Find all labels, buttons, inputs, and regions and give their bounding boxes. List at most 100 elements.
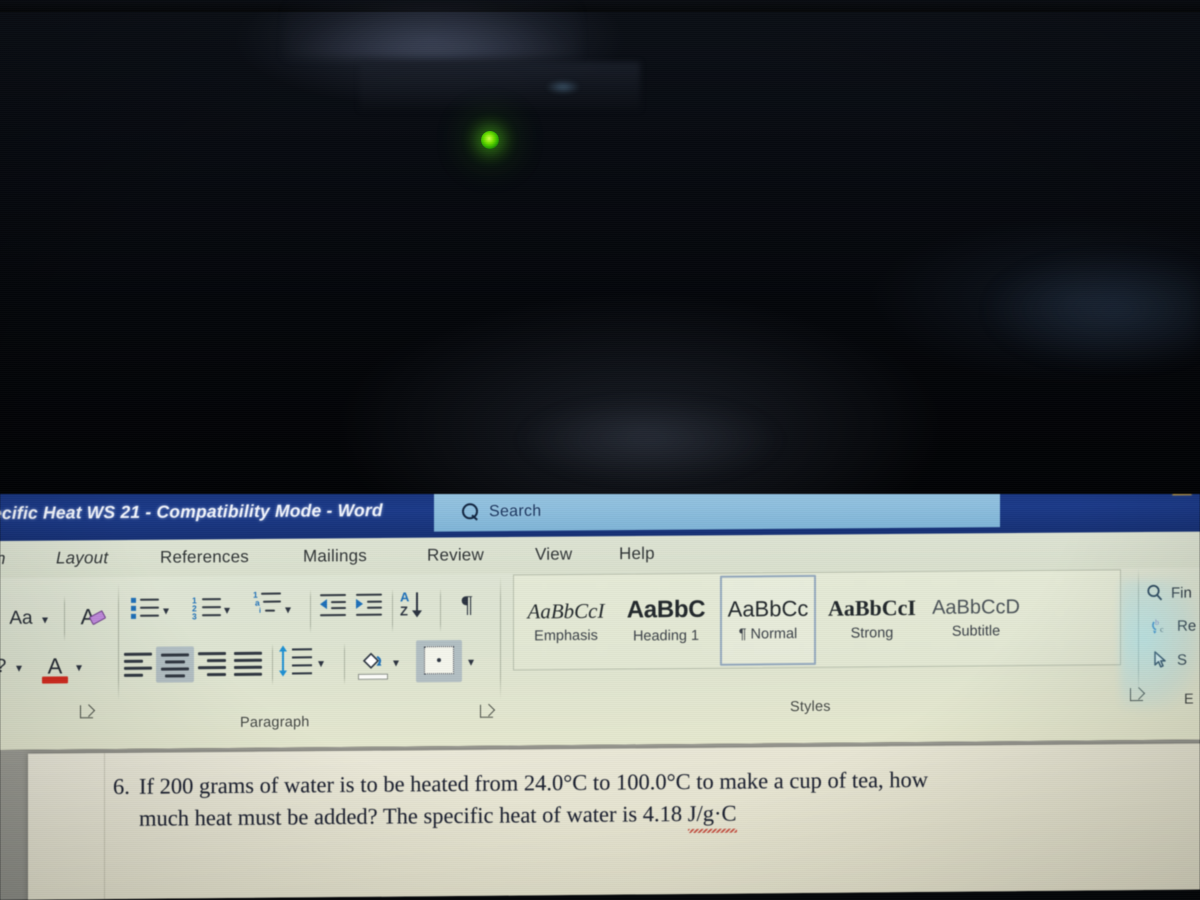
multilevel-chevron-down-icon[interactable]: ▾ — [285, 602, 291, 616]
document-line-2-text: much heat must be added? The specific he… — [139, 800, 688, 831]
style-name: Heading 1 — [632, 627, 700, 645]
paragraph-group-label: Paragraph — [240, 714, 310, 731]
bezel-top-strip — [0, 0, 1200, 12]
svg-text:c: c — [1160, 625, 1164, 634]
line-spacing-button[interactable] — [279, 645, 316, 679]
shading-chevron-down-icon[interactable]: ▾ — [393, 656, 399, 670]
group-separator — [310, 589, 311, 634]
tab-mailings[interactable]: Mailings — [303, 546, 367, 567]
word-window: ecific Heat WS 21 - Compatibility Mode -… — [0, 494, 1200, 900]
style-preview: AaBbCcI — [827, 595, 916, 621]
page-margin-line — [104, 753, 105, 900]
green-power-led-icon — [481, 131, 499, 149]
select-button[interactable]: S — [1152, 650, 1187, 670]
group-separator — [1138, 568, 1139, 693]
tab-help[interactable]: Help — [619, 544, 655, 564]
style-item-normal[interactable]: AaBbCc ¶ Normal — [720, 574, 816, 666]
show-hide-marks-button[interactable]: ¶ — [452, 590, 482, 620]
screen-reflection-right — [990, 255, 1200, 365]
multilevel-list-button[interactable]: 1 a i — [252, 590, 282, 622]
warning-triangle-icon[interactable] — [1172, 494, 1192, 497]
increase-indent-button[interactable] — [356, 593, 384, 617]
shading-bucket-icon — [362, 652, 382, 669]
group-separator — [64, 595, 65, 642]
replace-label: Re — [1177, 617, 1197, 635]
styles-gallery: AaBbCcI Emphasis AaBbC Heading 1 AaBbCc … — [513, 569, 1121, 671]
change-case-label: Aa — [9, 607, 33, 629]
style-preview: AaBbC — [626, 595, 706, 624]
clear-formatting-button[interactable]: A — [70, 601, 107, 633]
align-center-button[interactable] — [156, 646, 194, 683]
change-case-chevron-down-icon[interactable]: ▾ — [42, 613, 48, 627]
highlight-chevron-down-icon[interactable]: ▾ — [16, 661, 22, 675]
justify-button[interactable] — [234, 651, 264, 676]
bezel-logo-smudge — [546, 80, 580, 94]
align-left-button[interactable] — [124, 652, 154, 677]
style-name: Strong — [850, 625, 894, 642]
sort-button[interactable]: A Z — [398, 589, 430, 622]
font-dialog-launcher-icon[interactable] — [80, 705, 93, 719]
document-title: ecific Heat WS 21 - Compatibility Mode -… — [0, 499, 383, 524]
misspelled-word[interactable]: J/g·C — [688, 798, 737, 830]
bullet-list-button[interactable] — [130, 595, 160, 621]
document-page[interactable]: 6. If 200 grams of water is to be heated … — [28, 743, 1200, 900]
sort-z-glyph: Z — [400, 603, 408, 619]
style-preview: AaBbCcI — [527, 598, 605, 623]
group-separator — [344, 642, 345, 685]
ribbon-body: Aa ▾ A ? ▾ A ▾ — [0, 567, 1200, 750]
search-icon — [462, 503, 479, 520]
numbering-chevron-down-icon[interactable]: ▾ — [224, 603, 230, 617]
replace-icon: b c — [1152, 618, 1164, 634]
tab-design[interactable]: n — [0, 549, 6, 569]
decrease-indent-button[interactable] — [320, 593, 348, 617]
style-name: ¶ Normal — [738, 626, 798, 643]
select-label: S — [1177, 651, 1188, 669]
font-color-chevron-down-icon[interactable]: ▾ — [76, 660, 82, 674]
screen-reflection-center — [520, 400, 780, 480]
tab-review[interactable]: Review — [427, 545, 484, 565]
borders-button[interactable] — [416, 639, 462, 683]
group-separator — [118, 582, 119, 701]
style-item-strong[interactable]: AaBbCcI Strong — [824, 574, 920, 665]
paragraph-dialog-launcher-icon[interactable] — [480, 704, 493, 718]
bullets-chevron-down-icon[interactable]: ▾ — [163, 604, 169, 618]
tab-layout[interactable]: Layout — [56, 548, 108, 568]
find-button[interactable]: Fin — [1146, 584, 1192, 602]
screen-glare-top — [285, 0, 580, 58]
borders-chevron-down-icon[interactable]: ▾ — [468, 655, 474, 669]
search-input[interactable]: Search — [434, 494, 1000, 532]
font-color-button[interactable]: A — [38, 649, 72, 684]
tab-references[interactable]: References — [160, 547, 249, 568]
find-label: Fin — [1171, 584, 1192, 602]
editing-group-label: E — [1184, 691, 1194, 708]
pilcrow-icon: ¶ — [461, 591, 473, 618]
document-canvas: 6. If 200 grams of water is to be heated … — [0, 739, 1200, 900]
style-item-emphasis[interactable]: AaBbCcI Emphasis — [518, 577, 614, 668]
find-magnifier-icon — [1147, 584, 1163, 601]
styles-dialog-launcher-icon[interactable] — [1130, 688, 1143, 702]
laptop-screen-photo: ecific Heat WS 21 - Compatibility Mode -… — [0, 0, 1200, 900]
numbered-list-button[interactable]: 1 2 3 — [192, 594, 222, 621]
change-case-button[interactable]: Aa — [0, 606, 42, 632]
list-number: 6. — [113, 773, 130, 800]
replace-button[interactable]: b c Re — [1150, 616, 1196, 636]
style-preview: AaBbCcD — [932, 596, 1020, 619]
align-right-button[interactable] — [198, 651, 228, 676]
group-separator — [392, 588, 393, 633]
font-color-label: A — [47, 653, 63, 679]
style-item-subtitle[interactable]: AaBbCcD Subtitle — [928, 573, 1024, 664]
tab-view[interactable]: View — [535, 545, 572, 565]
style-name: Emphasis — [534, 627, 598, 644]
document-body-text[interactable]: 6. If 200 grams of water is to be heated … — [113, 762, 1123, 835]
svg-text:b: b — [1155, 618, 1159, 627]
font-color-swatch — [42, 676, 68, 684]
sort-a-glyph: A — [400, 589, 410, 605]
style-name: Subtitle — [951, 623, 1001, 640]
group-separator — [272, 643, 273, 686]
text-highlight-button[interactable]: ? — [0, 654, 16, 680]
line-spacing-chevron-down-icon[interactable]: ▾ — [318, 656, 324, 670]
shading-button[interactable] — [356, 645, 390, 680]
style-item-heading-1[interactable]: AaBbC Heading 1 — [618, 576, 714, 667]
document-line-1-text: If 200 grams of water is to be heated fr… — [139, 766, 929, 799]
styles-group-label: Styles — [790, 698, 831, 716]
